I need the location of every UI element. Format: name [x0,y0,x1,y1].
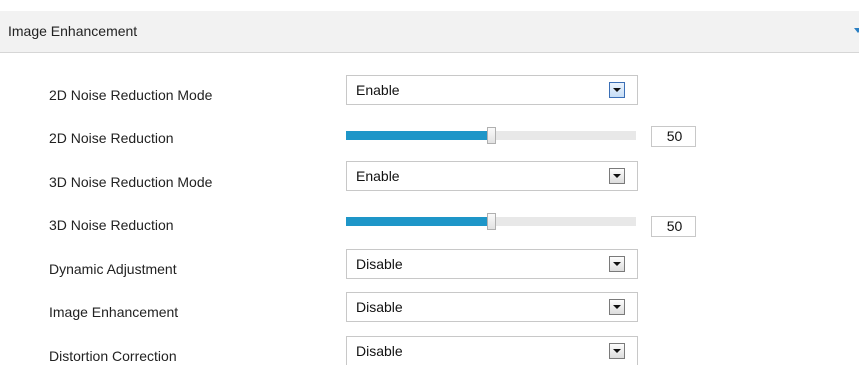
section-header[interactable]: Image Enhancement [0,11,859,53]
nr3d-level-slider[interactable] [346,213,636,233]
nr2d-mode-select[interactable]: Enable [346,75,638,105]
nr3d-mode-value: Enable [356,168,400,184]
nr2d-level-slider[interactable] [346,127,636,147]
dropdown-arrow-icon[interactable] [609,299,625,315]
dropdown-arrow-icon[interactable] [609,256,625,272]
distortion-correction-value: Disable [356,343,403,359]
dynamic-adjustment-select[interactable]: Disable [346,249,638,279]
chevron-down-icon[interactable] [854,28,859,33]
image-enhancement-panel: Image Enhancement 2D Noise Reduction Mod… [0,0,859,365]
nr3d-mode-label: 3D Noise Reduction Mode [49,174,213,190]
dropdown-arrow-icon[interactable] [609,82,625,98]
nr3d-level-label: 3D Noise Reduction [49,217,174,233]
distortion-correction-select[interactable]: Disable [346,336,638,365]
distortion-correction-label: Distortion Correction [49,348,177,364]
nr3d-mode-select[interactable]: Enable [346,161,638,191]
slider-fill [346,131,491,140]
nr2d-mode-value: Enable [356,82,400,98]
dynamic-adjustment-label: Dynamic Adjustment [49,261,177,277]
image-enhancement-value: Disable [356,299,403,315]
nr2d-level-label: 2D Noise Reduction [49,130,174,146]
slider-thumb[interactable] [487,213,496,230]
dropdown-arrow-icon[interactable] [609,168,625,184]
dropdown-arrow-icon[interactable] [609,343,625,359]
slider-fill [346,217,491,226]
nr2d-mode-label: 2D Noise Reduction Mode [49,87,213,103]
slider-thumb[interactable] [487,127,496,144]
dynamic-adjustment-value: Disable [356,256,403,272]
nr3d-level-value[interactable]: 50 [651,216,696,237]
nr2d-level-value[interactable]: 50 [651,126,696,147]
section-title: Image Enhancement [8,23,138,39]
image-enhancement-select[interactable]: Disable [346,292,638,322]
image-enhancement-label: Image Enhancement [49,304,179,320]
